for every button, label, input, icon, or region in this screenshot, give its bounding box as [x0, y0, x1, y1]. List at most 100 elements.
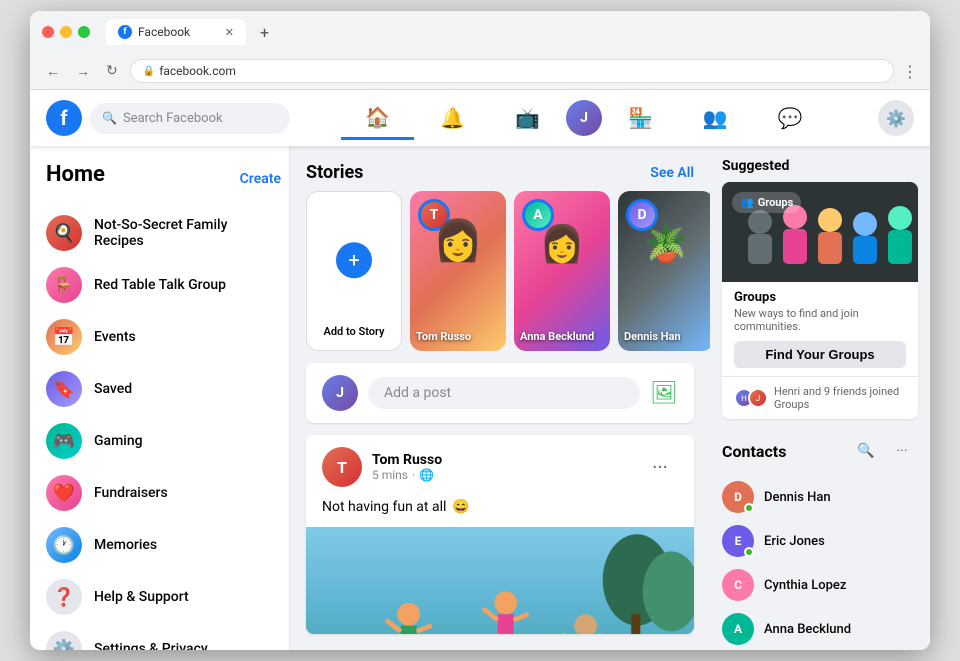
browser-dots [42, 26, 90, 38]
story-card-dennis-han[interactable]: D 🪴 Dennis Han [618, 191, 710, 351]
story-visual-tom-russo: 👩 [433, 221, 483, 261]
facebook-logo[interactable]: f [46, 100, 82, 136]
nav-home-button[interactable]: 🏠 [341, 97, 414, 140]
right-panel: Suggested 👥 Groups [710, 146, 930, 650]
contact-item-eric-jones[interactable]: E Eric Jones [722, 519, 918, 563]
contacts-more-button[interactable]: ··· [886, 435, 918, 467]
contact-avatar-eric-jones: E [722, 525, 754, 557]
nav-watch-button[interactable]: 📺 [491, 98, 564, 138]
sidebar-item-family-recipes[interactable]: 🍳 Not-So-Secret Family Recipes [38, 207, 281, 259]
find-groups-button[interactable]: Find Your Groups [734, 341, 906, 368]
post-input[interactable]: Add a post [368, 377, 640, 409]
browser-tab[interactable]: f Facebook ✕ [106, 19, 246, 45]
story-card-tom-russo[interactable]: T 👩 Tom Russo [410, 191, 506, 351]
search-bar[interactable]: 🔍 Search Facebook [90, 103, 290, 134]
address-bar[interactable]: 🔒 facebook.com [130, 59, 894, 83]
contacts-title: Contacts [722, 442, 786, 461]
contact-item-cynthia-lopez[interactable]: C Cynthia Lopez [722, 563, 918, 607]
browser-window: f Facebook ✕ + ← → ↻ 🔒 facebook.com ⋮ f … [30, 11, 930, 650]
online-indicator [744, 547, 754, 557]
story-card-anna-becklund[interactable]: A 👩 Anna Becklund [514, 191, 610, 351]
sidebar-item-events[interactable]: 📅 Events [38, 311, 281, 363]
nav-profile-avatar[interactable]: J [566, 100, 602, 136]
contacts-search-button[interactable]: 🔍 [850, 435, 882, 467]
sidebar-item-gaming[interactable]: 🎮 Gaming [38, 415, 281, 467]
create-button[interactable]: Create [240, 171, 281, 187]
composer-avatar: J [322, 375, 358, 411]
contact-avatar-cynthia-lopez: C [722, 569, 754, 601]
post-menu-button[interactable]: ··· [642, 449, 678, 485]
stories-section: Stories See All + Add to Story T 👩 [306, 162, 694, 351]
post-card: T Tom Russo 5 mins · 🌐 ··· Not havi [306, 435, 694, 634]
sidebar-header: Home Create [38, 158, 281, 199]
nav-marketplace-button[interactable]: 🏪 [604, 98, 677, 138]
browser-addressbar: ← → ↻ 🔒 facebook.com ⋮ [30, 53, 930, 89]
stories-header: Stories See All [306, 162, 694, 183]
sidebar-item-memories[interactable]: 🕐 Memories [38, 519, 281, 571]
post-content: Not having fun at all [322, 499, 446, 515]
sidebar-label-memories: Memories [94, 537, 157, 553]
sidebar-item-help[interactable]: ❓ Help & Support [38, 571, 281, 623]
sidebar: Home Create 🍳 Not-So-Secret Family Recip… [30, 146, 290, 650]
feed: Stories See All + Add to Story T 👩 [290, 146, 710, 650]
add-story-card[interactable]: + Add to Story [306, 191, 402, 351]
post-meta: Tom Russo 5 mins · 🌐 [372, 452, 632, 482]
story-name-anna-becklund: Anna Becklund [520, 330, 604, 343]
tab-close-button[interactable]: ✕ [225, 26, 234, 39]
groups-badge: 👥 Groups [732, 192, 801, 213]
sidebar-label-help: Help & Support [94, 589, 189, 605]
dot-green[interactable] [78, 26, 90, 38]
see-all-stories-button[interactable]: See All [650, 165, 694, 181]
sidebar-label-events: Events [94, 329, 136, 345]
sidebar-label-gaming: Gaming [94, 433, 143, 449]
story-visual-anna-becklund: 👩 [540, 226, 585, 262]
contact-name-anna-becklund: Anna Becklund [764, 622, 851, 637]
post-emoji: 😄 [452, 499, 469, 515]
dot-yellow[interactable] [60, 26, 72, 38]
forward-button[interactable]: → [72, 61, 94, 82]
nav-groups-button[interactable]: 👥 [679, 98, 752, 138]
suggested-groups-title: Groups [734, 290, 906, 305]
dot-red[interactable] [42, 26, 54, 38]
new-tab-button[interactable]: + [254, 23, 275, 42]
post-header: T Tom Russo 5 mins · 🌐 ··· [306, 435, 694, 499]
sidebar-title: Home [38, 158, 113, 191]
sidebar-item-settings[interactable]: ⚙️ Settings & Privacy [38, 623, 281, 650]
address-url: facebook.com [159, 64, 236, 78]
refresh-button[interactable]: ↻ [102, 61, 122, 81]
post-image-svg [306, 527, 694, 634]
sidebar-item-saved[interactable]: 🔖 Saved [38, 363, 281, 415]
post-author-avatar: T [322, 447, 362, 487]
search-placeholder: Search Facebook [123, 111, 223, 126]
stories-row: + Add to Story T 👩 Tom Russo A 👩 [306, 191, 694, 351]
add-photo-button[interactable]: 🖼 [650, 381, 678, 406]
browser-chrome: f Facebook ✕ + ← → ↻ 🔒 facebook.com ⋮ [30, 11, 930, 90]
contact-item-dennis-han[interactable]: D Dennis Han [722, 475, 918, 519]
post-time-privacy: 5 mins · 🌐 [372, 468, 632, 482]
nav-notifications-button[interactable]: 🔔 [416, 98, 489, 138]
nav-messenger-button[interactable]: 💬 [754, 98, 827, 138]
suggested-title: Suggested [722, 158, 918, 174]
settings-button[interactable]: ⚙️ [878, 100, 914, 136]
sidebar-label-family-recipes: Not-So-Secret Family Recipes [94, 217, 273, 249]
sidebar-icon-saved: 🔖 [46, 371, 82, 407]
browser-menu-button[interactable]: ⋮ [902, 62, 918, 81]
contact-name-dennis-han: Dennis Han [764, 490, 831, 505]
tab-title: Facebook [138, 25, 190, 39]
contact-item-anna-becklund[interactable]: A Anna Becklund [722, 607, 918, 650]
sidebar-icon-family-recipes: 🍳 [46, 215, 82, 251]
back-button[interactable]: ← [42, 61, 64, 82]
online-indicator [744, 503, 754, 513]
sidebar-icon-gaming: 🎮 [46, 423, 82, 459]
sidebar-icon-events: 📅 [46, 319, 82, 355]
add-story-label: Add to Story [324, 325, 385, 338]
post-author-name: Tom Russo [372, 452, 632, 468]
groups-icon: 👥 [740, 196, 754, 209]
facebook-app: f 🔍 Search Facebook 🏠 🔔 📺 J 🏪 👥 💬 ⚙️ [30, 90, 930, 650]
sidebar-item-fundraisers[interactable]: ❤️ Fundraisers [38, 467, 281, 519]
tab-favicon: f [118, 25, 132, 39]
main-content: Home Create 🍳 Not-So-Secret Family Recip… [30, 146, 930, 650]
social-proof: H J Henri and 9 friends joined Groups [722, 376, 918, 419]
contact-avatar-anna-becklund: A [722, 613, 754, 645]
sidebar-item-red-table[interactable]: 🪑 Red Table Talk Group [38, 259, 281, 311]
